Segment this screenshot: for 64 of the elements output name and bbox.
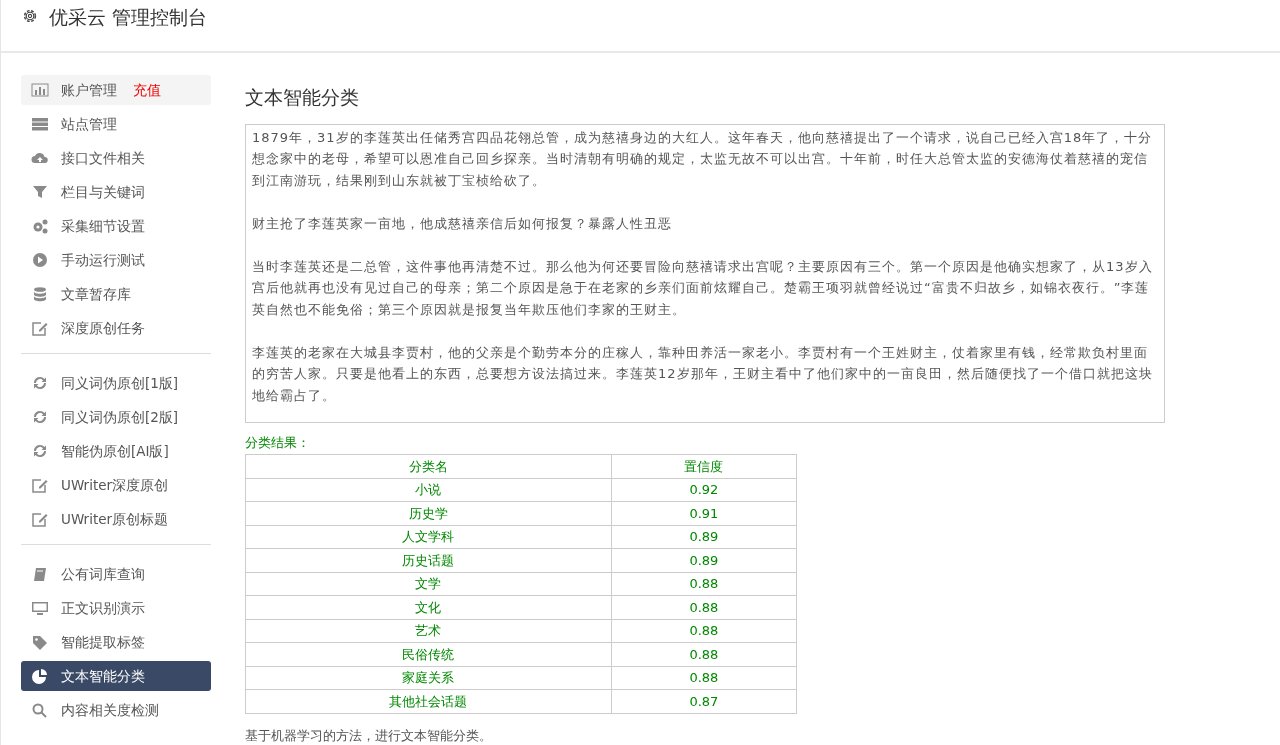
text-input-field[interactable]: 1879年，31岁的李莲英出任储秀宫四品花翎总管，成为慈禧身边的大红人。这年春天，他向慈禧提出了一个请求，说自己已经入宫18年了，十分想念家中的老母，希望可以恩准自己回乡探亲。当时清朝有明确的规定，太监无故不可以出宫。十年前，时任大总管太监的安德海仗着慈禧的宠信到江南游玩，结果刚到山东就被丁宝桢给砍了。 财主抢了李莲英家一亩地，他成慈禧亲信后如何报复？暴露人性丑恶 当时李莲英还是二总管，这件事他再清楚不过。那么他为何还要冒险向慈禧请求出宫呢？主要原因有三个。第一个原因是他确实想家了，从13岁入宫后他就再也没有见过自己的母亲；第二个原因是急于在老家的乡亲们面前炫耀自己。楚霸王项羽就曾经说过“富贵不归故乡，如锦衣夜行。”李莲英自然也不能免俗；第三个原因就是报复当年欺压他们李家的王财主。 李莲英的老家在大城县李贾村，他的父亲是个勤劳本分的庄稼人，靠种田养活一家老小。李贾村有一个王姓财主，仗着家里有钱，经常欺负村里面的穷苦人家。只要是他看上的东西，总要想方设法搞过来。李莲英12岁那年，王财主看中了他们家中的一亩良田，然后随便找了一个借口就把这块地给霸占了。: [245, 123, 1165, 423]
table-cell: 0.91: [611, 501, 797, 525]
sidebar-item[interactable]: UWriter原创标题: [21, 504, 211, 534]
sidebar-item[interactable]: 采集细节设置: [21, 211, 211, 241]
sidebar-item[interactable]: 文章暂存库: [21, 279, 211, 309]
table-cell: 0.88: [611, 619, 797, 643]
cloud-upload-icon: [31, 150, 49, 166]
sidebar-item[interactable]: 正文识别演示: [21, 593, 211, 623]
table-cell: 艺术: [245, 619, 612, 643]
sidebar-item[interactable]: 文本智能分类: [21, 661, 211, 691]
sidebar-item[interactable]: 公有词库查询: [21, 559, 211, 589]
recharge-link[interactable]: 充值: [133, 79, 161, 101]
table-cell: 文学: [245, 572, 612, 596]
edit-icon: [31, 511, 49, 527]
column-header: 置信度: [611, 454, 797, 478]
table-cell: 历史学: [245, 501, 612, 525]
server-icon: [31, 116, 49, 132]
footnote-text: 基于机器学习的方法，进行文本智能分类。: [245, 726, 493, 745]
search-icon: [31, 702, 49, 718]
table-cell: 0.88: [611, 666, 797, 690]
sidebar-item[interactable]: 栏目与关键词: [21, 177, 211, 207]
sidebar-item[interactable]: 智能伪原创[AI版]: [21, 436, 211, 466]
sidebar-item[interactable]: 深度原创任务: [21, 313, 211, 343]
page-title: 文本智能分类: [245, 85, 360, 110]
sidebar-item[interactable]: 站点管理: [21, 109, 211, 139]
table-cell: 家庭关系: [245, 666, 612, 690]
sidebar-item[interactable]: 接口文件相关: [21, 143, 211, 173]
table-cell: 0.89: [611, 548, 797, 572]
tag-icon: [31, 634, 49, 650]
console-title: 优采云 管理控制台: [49, 5, 208, 30]
bar-chart-icon: [31, 82, 49, 98]
table-cell: 0.88: [611, 642, 797, 666]
table-cell: 其他社会话题: [245, 689, 612, 713]
sidebar-item[interactable]: UWriter深度原创: [21, 470, 211, 500]
table-cell: 小说: [245, 478, 612, 502]
play-icon: [31, 252, 49, 268]
table-cell: 文化: [245, 595, 612, 619]
table-cell: 人文学科: [245, 525, 612, 549]
sidebar-item[interactable]: 账户管理 充值: [21, 75, 211, 105]
edit-icon: [31, 477, 49, 493]
sidebar-item[interactable]: 手动运行测试: [21, 245, 211, 275]
database-icon: [31, 286, 49, 302]
sidebar-item[interactable]: 内容相关度检测: [21, 695, 211, 725]
monitor-icon: [31, 600, 49, 616]
refresh-icon: [31, 409, 49, 425]
table-cell: 0.88: [611, 572, 797, 596]
column-header: 分类名: [245, 454, 612, 478]
table-cell: 0.89: [611, 525, 797, 549]
book-icon: [31, 566, 49, 582]
gears-icon: [31, 218, 49, 234]
sidebar-item[interactable]: 同义词伪原创[1版]: [21, 368, 211, 398]
refresh-icon: [31, 375, 49, 391]
table-cell: 民俗传统: [245, 642, 612, 666]
table-cell: 0.88: [611, 595, 797, 619]
edit-icon: [31, 320, 49, 336]
sidebar-item[interactable]: 智能提取标签: [21, 627, 211, 657]
filter-icon: [31, 184, 49, 200]
table-cell: 0.87: [611, 689, 797, 713]
sidebar-item[interactable]: 同义词伪原创[2版]: [21, 402, 211, 432]
refresh-icon: [31, 443, 49, 459]
pie-chart-icon: [31, 668, 49, 684]
table-cell: 0.92: [611, 478, 797, 502]
result-label: 分类结果：: [245, 433, 311, 452]
table-cell: 历史话题: [245, 548, 612, 572]
